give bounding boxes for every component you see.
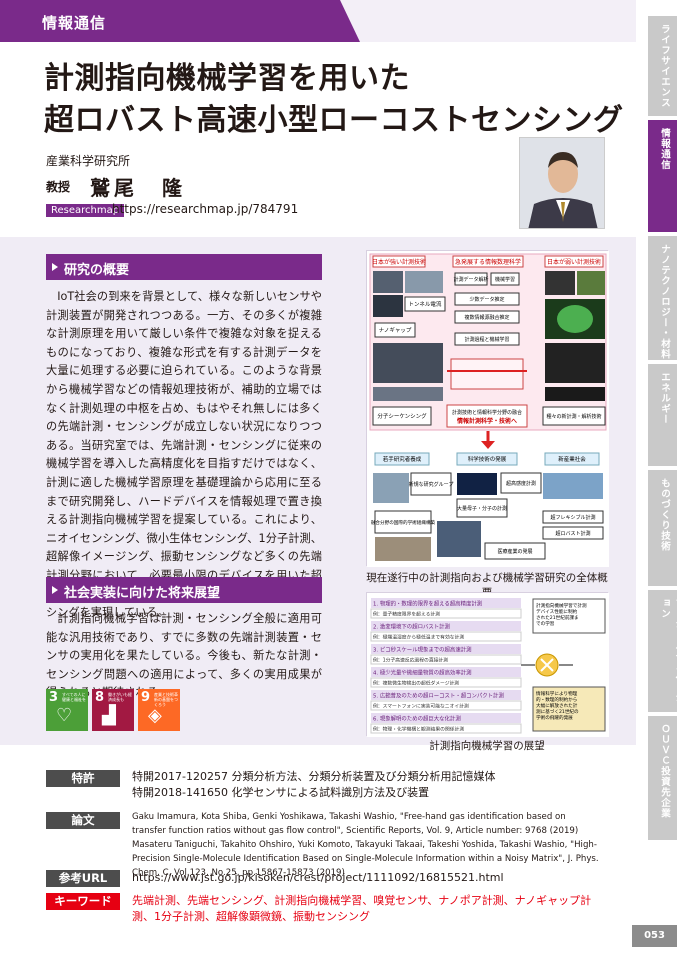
patent-label: 特許 xyxy=(46,770,120,787)
diagram-label: 日本が弱い計測技術 xyxy=(547,258,601,266)
svg-text:計測技術と情報科学分野の融合: 計測技術と情報科学分野の融合 xyxy=(452,409,522,416)
researchmap-link[interactable]: https://researchmap.jp/784791 xyxy=(112,202,298,216)
side-tab-manufacturing[interactable]: ものづくり技術 xyxy=(648,470,677,586)
diagram-label: 急発展する情報数理科学 xyxy=(455,258,521,266)
svg-text:若手研究者養成: 若手研究者養成 xyxy=(383,455,422,463)
svg-text:機械学習: 機械学習 xyxy=(495,276,515,283)
svg-text:超ロバスト計測: 超ロバスト計測 xyxy=(555,530,590,537)
svg-text:大量母子・分子の計測: 大量母子・分子の計測 xyxy=(457,505,507,512)
sdgs-icons: 3 すべての人に健康と福祉を ♡ 8 働きがいも経済成長も ▟ 9 産業と技術革… xyxy=(46,689,180,731)
svg-text:医療産業の発展: 医療産業の発展 xyxy=(497,548,532,555)
papers-label: 論文 xyxy=(46,812,120,829)
svg-text:新規な研究グループ: 新規な研究グループ xyxy=(409,481,454,488)
section-heading-overview: 研究の概要 xyxy=(46,254,322,280)
svg-text:超高感度計測: 超高感度計測 xyxy=(506,480,536,487)
paper-item: Gaku Imamura, Kota Shiba, Genki Yoshikaw… xyxy=(132,812,579,836)
svg-text:融合分野の国際的学術組織構築: 融合分野の国際的学術組織構築 xyxy=(371,519,436,526)
svg-text:情報計測科学・技術へ: 情報計測科学・技術へ xyxy=(457,417,517,425)
section-heading-future: 社会実装に向けた将来展望 xyxy=(46,577,322,603)
svg-text:少数データ推定: 少数データ推定 xyxy=(469,296,504,303)
svg-text:トンネル電流: トンネル電流 xyxy=(409,300,442,308)
svg-text:複数情報源融合推定: 複数情報源融合推定 xyxy=(464,314,509,321)
figure-caption-2: 計測指向機械学習の展望 xyxy=(429,740,545,752)
side-tab-life-science[interactable]: ライフサイエンス xyxy=(648,16,677,116)
keywords-text: 先端計測、先端センシング、計測指向機械学習、嗅覚センサ、ナノポア計測、ナノギャッ… xyxy=(132,894,592,923)
growth-chart-icon: ▟ xyxy=(102,705,116,726)
side-tab-ouvc[interactable]: ＯＵＶＣ投資先企業 xyxy=(648,716,677,840)
sdg-9-icon: 9 産業と技術革新の基盤をつくろう ◈ xyxy=(138,689,180,731)
outlook-item-example: 例：物理・化学機構と観測結果の関係計測 xyxy=(373,726,464,733)
patent-list: 特開2017-120257 分類分析方法、分類分析装置及び分類分析用記憶媒体 特… xyxy=(132,769,495,801)
researcher-name: 鷲尾 隆 xyxy=(90,176,186,200)
outlook-diagram: 1. 物理的・数理的限界を超える超高精度計測 例：量子精度限界を超える計測 2. 激… xyxy=(366,592,609,737)
outlook-item-title: 2. 激変環境下の超ロバスト計測 xyxy=(373,623,450,631)
title-line-2: 超ロバスト高速小型ローコストセンシング xyxy=(44,103,624,138)
title-line-1: 計測指向機械学習を用いた xyxy=(44,61,410,96)
diagram-label: 日本が強い計測技術 xyxy=(372,258,426,266)
outlook-item-example: 例：量子精度限界を超える計測 xyxy=(373,611,440,618)
patent-item: 特開2018-141650 化学センサによる試料識別方法及び装置 xyxy=(132,786,430,799)
outlook-item-example: 例：極端温湿度から極低温まで有効な計測 xyxy=(373,634,464,641)
researcher-photo xyxy=(519,137,605,229)
side-tab-social-innovation[interactable]: ソーシャルイノベーション xyxy=(648,590,677,712)
outlook-item-example: 例：複数微生物検出の超低ダメージ計測 xyxy=(373,680,459,687)
side-tab-nanotech[interactable]: ナノテクノロジー・材料 xyxy=(648,236,677,360)
svg-text:新産業社会: 新産業社会 xyxy=(558,455,586,463)
url-label: 参考URL xyxy=(46,870,120,887)
svg-text:種々の新計測・解析技術: 種々の新計測・解析技術 xyxy=(546,413,601,420)
svg-text:計測過程と機械学習: 計測過程と機械学習 xyxy=(464,336,509,343)
keywords-label: キーワード xyxy=(46,893,120,910)
organization: 産業科学研究所 xyxy=(46,154,131,168)
role-label: 教授 xyxy=(46,180,71,194)
side-tab-energy[interactable]: エネルギー xyxy=(648,364,677,466)
svg-text:計測データ解析: 計測データ解析 xyxy=(453,276,488,283)
outlook-item-title: 4. 極少光量や微細量物質の超高効率計測 xyxy=(373,669,472,677)
triangle-icon xyxy=(52,586,58,594)
outlook-item-title: 5. 広範普及のための超ローコスト・超コンパクト計測 xyxy=(373,692,504,700)
sdg-8-icon: 8 働きがいも経済成長も ▟ xyxy=(92,689,134,731)
svg-text:分子シーケンシング: 分子シーケンシング xyxy=(377,412,427,420)
sdg-3-icon: 3 すべての人に健康と福祉を ♡ xyxy=(46,689,88,731)
overview-diagram: 日本が強い計測技術 急発展する情報数理科学 日本が弱い計測技術 トンネル電流 ナ… xyxy=(366,250,609,567)
outlook-item-title: 6. 現象解明のための超巨大な化計測 xyxy=(373,715,461,723)
outlook-item-example: 例：1分子高速反応過程の直接計測 xyxy=(373,657,448,664)
overview-text: IoT社会の到来を背景として、様々な新しいセンサや計測装置が開発されつつある。一… xyxy=(46,290,322,620)
svg-text:科学技術の発展: 科学技術の発展 xyxy=(468,455,507,463)
page-title: 計測指向機械学習を用いた 超ロバスト高速小型ローコストセンシング xyxy=(44,58,634,142)
category-tab: 情報通信 xyxy=(0,0,360,42)
outlook-item-title: 3. ピコ秒スケール現象までの超高速計測 xyxy=(373,646,472,654)
cubes-icon: ◈ xyxy=(148,705,162,726)
svg-text:超フレキシブル計測: 超フレキシブル計測 xyxy=(550,514,595,521)
page-number: 053 xyxy=(632,925,677,947)
outlook-item-title: 1. 物理的・数理的限界を超える超高精度計測 xyxy=(373,600,482,608)
svg-text:ナノギャップ: ナノギャップ xyxy=(379,327,412,334)
heartbeat-icon: ♡ xyxy=(56,705,73,726)
reference-url[interactable]: https://www.jst.go.jp/kisoken/crest/proj… xyxy=(132,870,504,886)
triangle-icon xyxy=(52,263,58,271)
outlook-item-example: 例：スマートフォンに実装可能なニオイ計測 xyxy=(373,703,469,710)
category-label: 情報通信 xyxy=(42,14,107,32)
side-tab-ict[interactable]: 情報通信 xyxy=(648,120,677,232)
patent-item: 特開2017-120257 分類分析方法、分類分析装置及び分類分析用記憶媒体 xyxy=(132,770,496,783)
